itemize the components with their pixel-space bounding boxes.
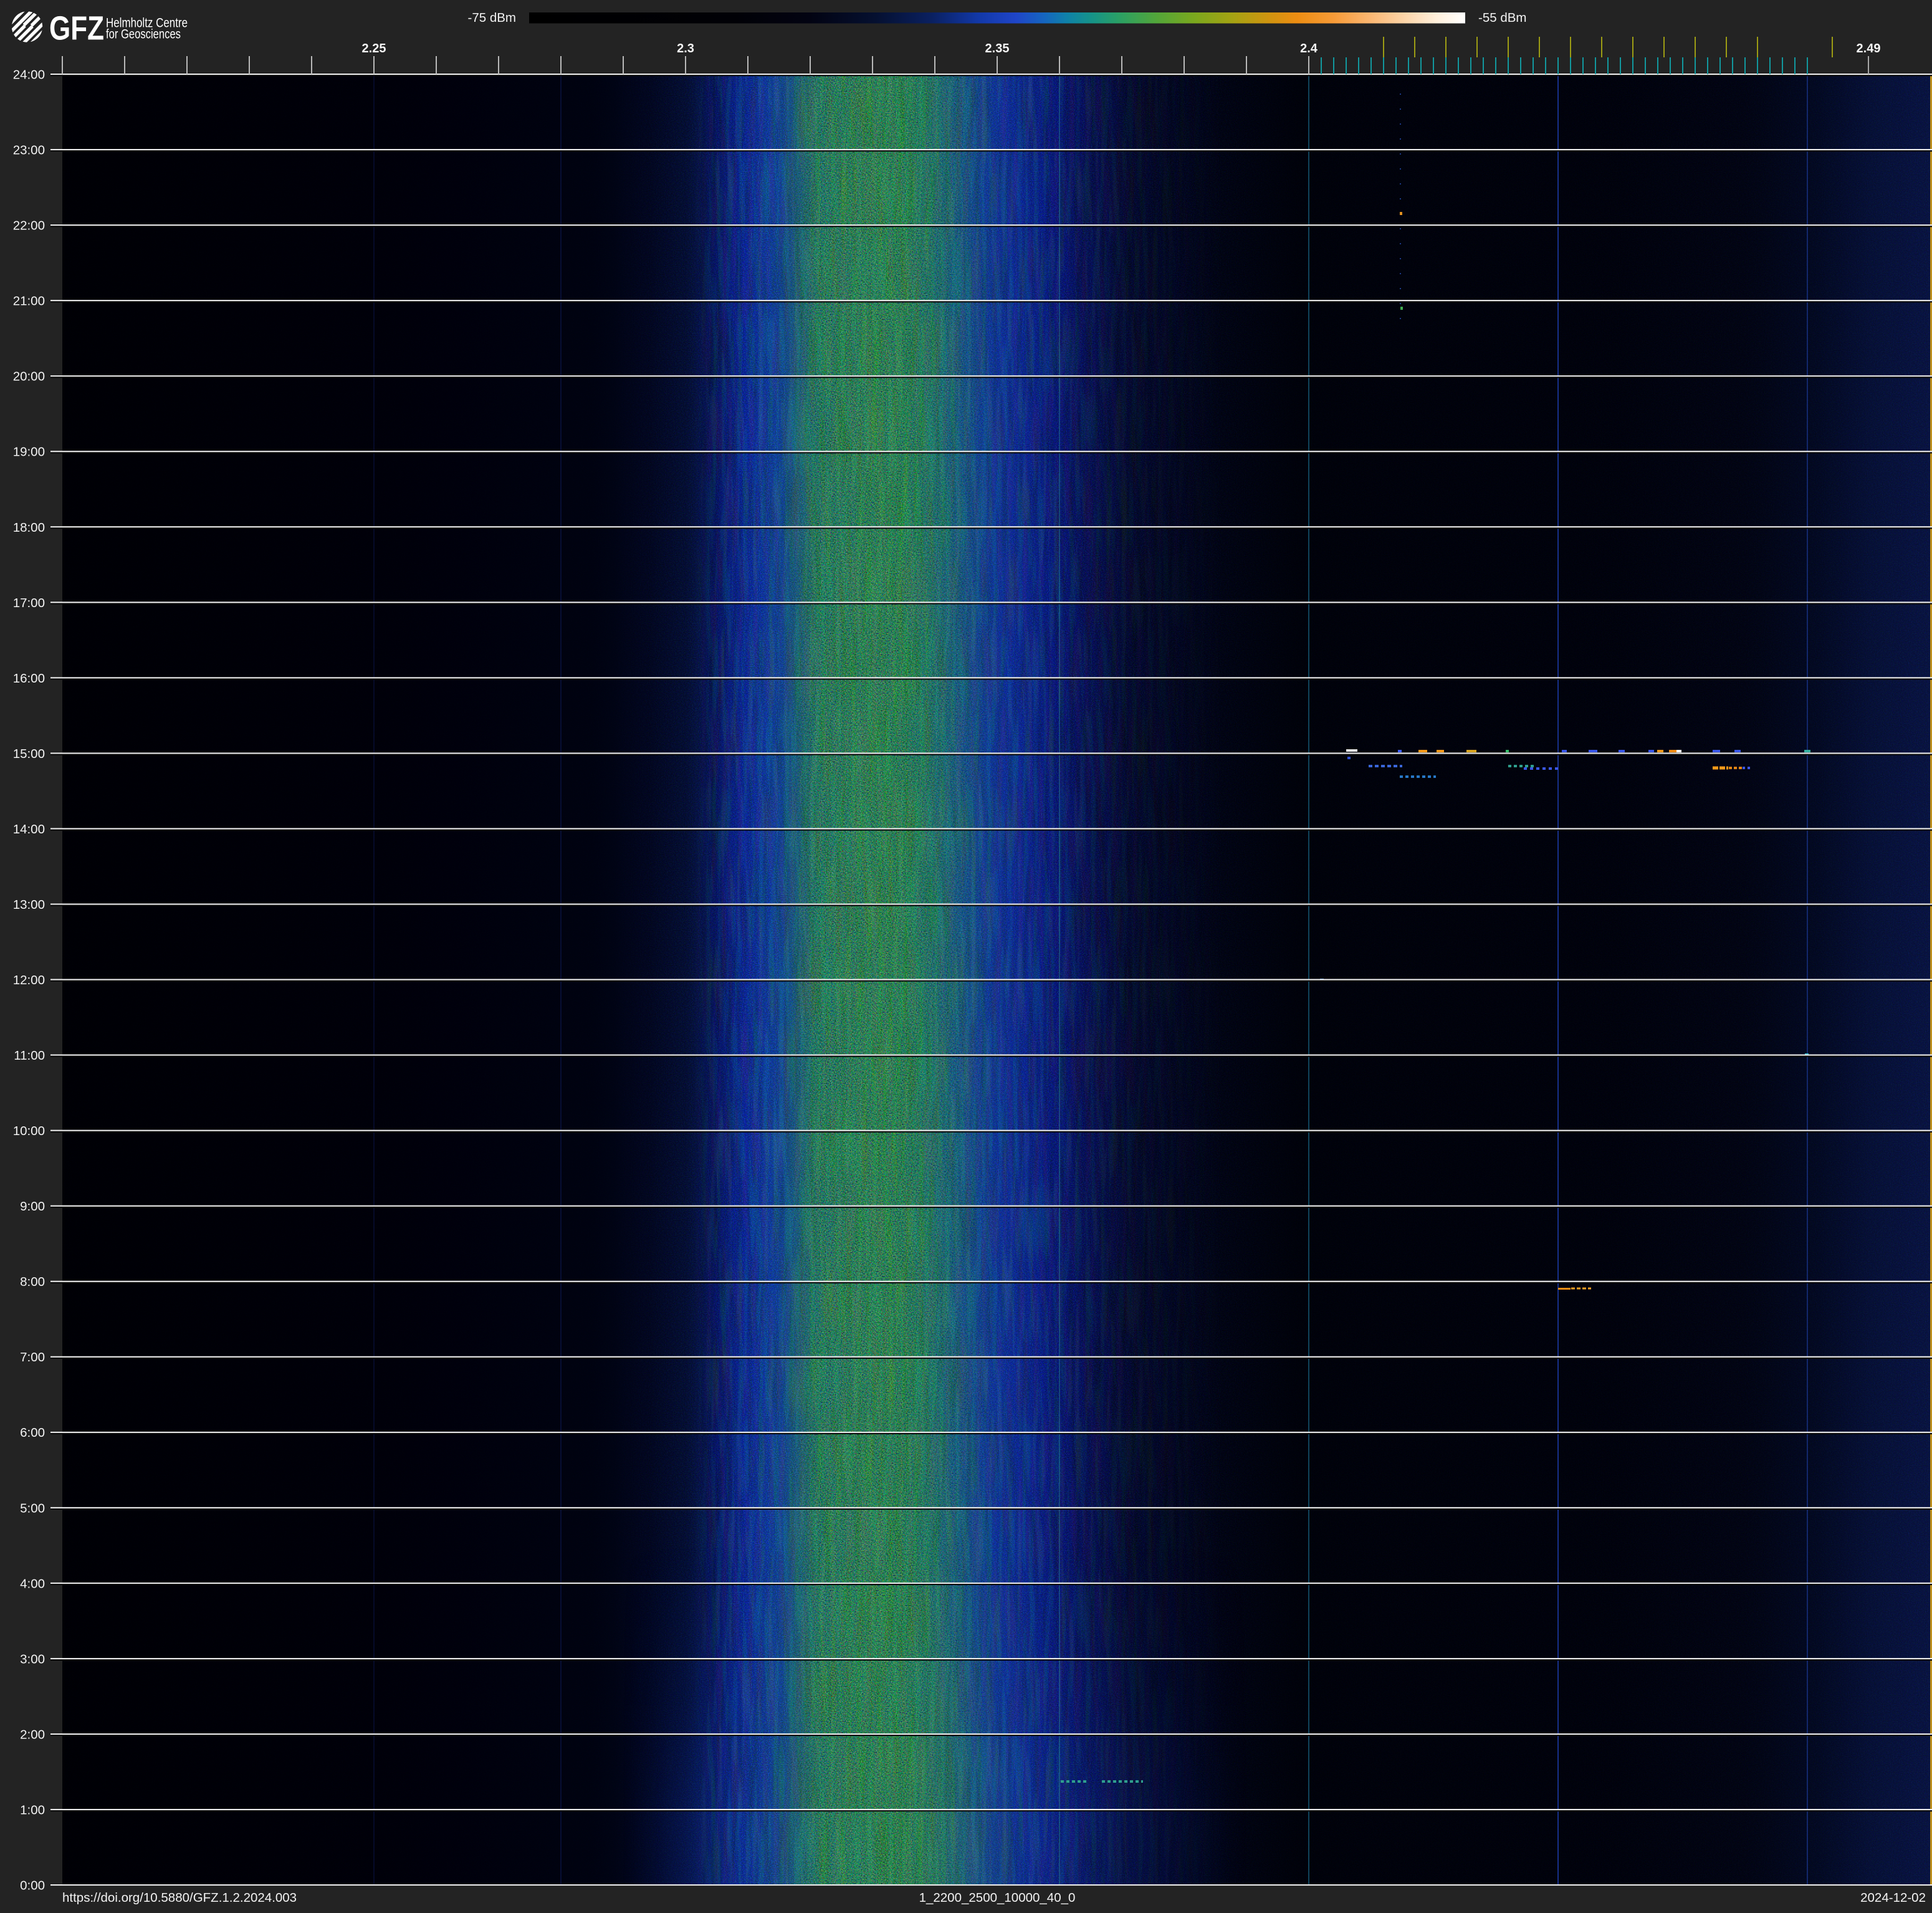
svg-text:2.4: 2.4 — [1300, 42, 1318, 55]
svg-text:15:00: 15:00 — [13, 747, 45, 761]
svg-text:9:00: 9:00 — [20, 1199, 45, 1214]
svg-text:21:00: 21:00 — [13, 294, 45, 309]
svg-text:12:00: 12:00 — [13, 973, 45, 987]
svg-text:14:00: 14:00 — [13, 822, 45, 837]
svg-text:2.3: 2.3 — [677, 42, 694, 55]
svg-text:4:00: 4:00 — [20, 1576, 45, 1591]
svg-text:17:00: 17:00 — [13, 596, 45, 610]
svg-text:22:00: 22:00 — [13, 219, 45, 233]
svg-text:5:00: 5:00 — [20, 1501, 45, 1515]
svg-text:GFZ: GFZ — [49, 11, 104, 47]
svg-text:24:00: 24:00 — [13, 68, 45, 82]
svg-text:16:00: 16:00 — [13, 671, 45, 686]
svg-text:-55 dBm: -55 dBm — [1478, 11, 1526, 25]
svg-text:11:00: 11:00 — [14, 1048, 45, 1063]
svg-text:0:00: 0:00 — [20, 1879, 45, 1893]
svg-text:2:00: 2:00 — [20, 1727, 45, 1742]
svg-text:8:00: 8:00 — [20, 1275, 45, 1289]
svg-text:2024-12-02: 2024-12-02 — [1860, 1891, 1926, 1905]
svg-text:https://doi.org/10.5880/GFZ.1.: https://doi.org/10.5880/GFZ.1.2.2024.003 — [62, 1891, 297, 1905]
svg-text:-75 dBm: -75 dBm — [468, 11, 516, 25]
svg-text:1:00: 1:00 — [20, 1803, 45, 1818]
svg-text:1_2200_2500_10000_40_0: 1_2200_2500_10000_40_0 — [919, 1891, 1076, 1905]
svg-text:20:00: 20:00 — [13, 370, 45, 384]
svg-text:23:00: 23:00 — [13, 143, 45, 158]
svg-text:18:00: 18:00 — [13, 520, 45, 535]
svg-text:2.35: 2.35 — [985, 42, 1010, 55]
svg-text:6:00: 6:00 — [20, 1426, 45, 1440]
svg-text:2.25: 2.25 — [362, 42, 386, 55]
svg-text:3:00: 3:00 — [20, 1652, 45, 1666]
svg-text:2.49: 2.49 — [1857, 42, 1881, 55]
svg-text:13:00: 13:00 — [13, 898, 45, 912]
svg-text:19:00: 19:00 — [13, 445, 45, 459]
svg-text:7:00: 7:00 — [20, 1350, 45, 1364]
svg-text:10:00: 10:00 — [13, 1124, 45, 1138]
svg-text:for Geosciences: for Geosciences — [106, 27, 181, 42]
